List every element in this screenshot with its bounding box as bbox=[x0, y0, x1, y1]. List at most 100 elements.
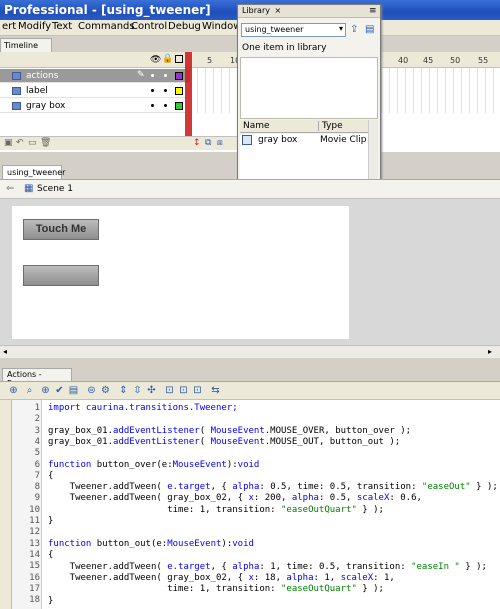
target-path-icon[interactable]: ⊕ bbox=[40, 385, 51, 396]
column-name[interactable]: Name bbox=[243, 121, 270, 131]
scene-label[interactable]: Scene 1 bbox=[37, 184, 73, 194]
library-item-gray-box[interactable]: gray box Movie Clip bbox=[240, 134, 368, 148]
gray-box-02[interactable] bbox=[23, 265, 99, 286]
menu-modify[interactable]: Modify bbox=[18, 21, 51, 32]
trash-icon[interactable]: 🗑 bbox=[40, 138, 51, 148]
code-text: addEventListener bbox=[113, 437, 200, 447]
folder-icon[interactable]: ▭ bbox=[28, 138, 37, 148]
code-hint-icon[interactable]: ⊜ bbox=[86, 385, 97, 396]
actions-sidebar-collapsed[interactable] bbox=[0, 400, 12, 609]
code-text: } ); bbox=[470, 482, 498, 492]
code-text: { bbox=[48, 550, 54, 560]
layer-row-label[interactable]: label bbox=[0, 84, 190, 98]
code-line-7: { bbox=[48, 471, 53, 481]
line-comment-icon[interactable]: ⊡ bbox=[178, 385, 189, 396]
layer-color-swatch[interactable] bbox=[175, 72, 183, 80]
code-text: function bbox=[48, 460, 92, 470]
stage-hscroll[interactable]: ◂ ▸ bbox=[0, 345, 500, 358]
code-line-17: time: 1, transition: "easeOutQuart" } ); bbox=[48, 584, 384, 594]
gray-box-01[interactable]: Touch Me bbox=[23, 219, 99, 240]
onion-outline-icon[interactable]: ⧈ bbox=[217, 138, 223, 148]
code-text: gray_box_01. bbox=[48, 426, 114, 436]
code-text: scaleX bbox=[356, 493, 390, 503]
lock-dot[interactable] bbox=[164, 104, 167, 107]
find-icon[interactable]: ⌕ bbox=[24, 385, 35, 396]
add-item-icon[interactable]: ⊕ bbox=[8, 385, 19, 396]
arrow-right-icon[interactable]: ▸ bbox=[488, 347, 492, 356]
code-line-14: { bbox=[48, 550, 53, 560]
frame-number: 5 bbox=[207, 56, 213, 65]
center-frame-icon[interactable]: ↕ bbox=[193, 138, 201, 148]
window-title: Professional - [using_tweener] bbox=[4, 3, 211, 17]
code-line-9: Tweener.addTween( gray_box_02, { x: 200,… bbox=[48, 493, 422, 503]
column-type[interactable]: Type bbox=[318, 121, 343, 131]
layer-color-swatch[interactable] bbox=[175, 87, 183, 95]
outline-icon[interactable] bbox=[175, 55, 183, 63]
collapse-selection-icon[interactable]: ⇳ bbox=[132, 385, 143, 396]
layer-name: actions bbox=[26, 71, 59, 81]
lock-dot[interactable] bbox=[164, 74, 167, 77]
menu-commands[interactable]: Commands bbox=[78, 21, 135, 32]
arrow-left-icon[interactable]: ◂ bbox=[3, 347, 7, 356]
code-text: : 1, time: 0.5, transition: bbox=[259, 562, 412, 572]
insert-layer-icon[interactable]: ▣ bbox=[4, 138, 13, 148]
panel-menu-icon[interactable]: ≡ bbox=[369, 6, 377, 16]
close-icon[interactable]: × bbox=[275, 6, 282, 15]
code-text: : 0.5, bbox=[318, 493, 357, 503]
scene-icon: ▦ bbox=[24, 183, 34, 194]
expand-all-icon[interactable]: ✣ bbox=[146, 385, 157, 396]
layer-color-swatch[interactable] bbox=[175, 102, 183, 110]
tab-document[interactable]: using_tweener bbox=[2, 165, 65, 179]
visibility-dot[interactable] bbox=[151, 74, 154, 77]
library-item-name: gray box bbox=[258, 135, 298, 145]
frame-number: 40 bbox=[398, 56, 409, 65]
lock-icon[interactable]: 🔒 bbox=[162, 54, 173, 64]
script-assist-icon[interactable]: ⇆ bbox=[210, 385, 221, 396]
menu-debug[interactable]: Debug bbox=[168, 21, 201, 32]
line-number: 3 bbox=[34, 425, 40, 436]
line-number: 16 bbox=[29, 572, 40, 583]
code-line-10: time: 1, transition: "easeOutQuart" } ); bbox=[48, 505, 384, 515]
menu-control[interactable]: Control bbox=[131, 21, 167, 32]
tab-actions[interactable]: Actions - Frame × bbox=[2, 368, 72, 388]
line-number: 1 bbox=[34, 403, 40, 413]
lock-dot[interactable] bbox=[164, 89, 167, 92]
motion-guide-icon[interactable]: ↶ bbox=[16, 138, 24, 148]
back-arrow-icon[interactable]: ⇐ bbox=[6, 183, 14, 194]
pin-icon[interactable]: ⇪ bbox=[350, 24, 358, 35]
tab-timeline[interactable]: Timeline bbox=[0, 38, 52, 52]
code-text: { bbox=[48, 471, 54, 481]
code-text: } bbox=[48, 516, 54, 526]
collapse-icon[interactable]: ⇕ bbox=[118, 385, 129, 396]
line-number: 12 bbox=[29, 527, 40, 538]
line-number: 10 bbox=[29, 504, 40, 515]
block-comment-icon[interactable]: ⊡ bbox=[164, 385, 175, 396]
actions-toolbar: ⊕ ⌕ ⊕ ✔ ▤ ⊜ ⚙ ⇕ ⇳ ✣ ⊡ ⊡ ⊡ ⇆ bbox=[0, 381, 500, 400]
library-document-select[interactable]: using_tweener ▾ bbox=[241, 23, 346, 37]
layer-row-gray-box[interactable]: gray box bbox=[0, 99, 190, 113]
debug-options-icon[interactable]: ⚙ bbox=[100, 385, 111, 396]
visibility-dot[interactable] bbox=[151, 104, 154, 107]
code-text: "easeIn " bbox=[411, 562, 460, 572]
new-library-panel-icon[interactable]: ▤ bbox=[365, 24, 374, 35]
onion-skin-icon[interactable]: ⧉ bbox=[205, 138, 211, 148]
layer-row-actions[interactable]: actions ✎ bbox=[0, 69, 190, 83]
frame-number: 45 bbox=[423, 56, 434, 65]
code-text: Tweener.addTween( bbox=[48, 482, 168, 492]
menu-window[interactable]: Window bbox=[202, 21, 241, 32]
eye-icon[interactable]: 👁 bbox=[150, 55, 161, 65]
code-text: alpha bbox=[232, 562, 260, 572]
code-text: MouseEvent bbox=[210, 426, 265, 436]
check-syntax-icon[interactable]: ✔ bbox=[54, 385, 65, 396]
library-item-count: One item in library bbox=[242, 43, 327, 53]
auto-format-icon[interactable]: ▤ bbox=[68, 385, 79, 396]
playhead[interactable] bbox=[185, 52, 192, 138]
frame-number: 55 bbox=[478, 56, 489, 65]
visibility-dot[interactable] bbox=[151, 89, 154, 92]
code-text: , { bbox=[210, 482, 233, 492]
menu-insert[interactable]: ert bbox=[2, 21, 16, 32]
uncomment-icon[interactable]: ⊡ bbox=[192, 385, 203, 396]
menu-text[interactable]: Text bbox=[52, 21, 72, 32]
code-text: ( bbox=[199, 426, 211, 436]
selected-document: using_tweener bbox=[245, 25, 304, 34]
